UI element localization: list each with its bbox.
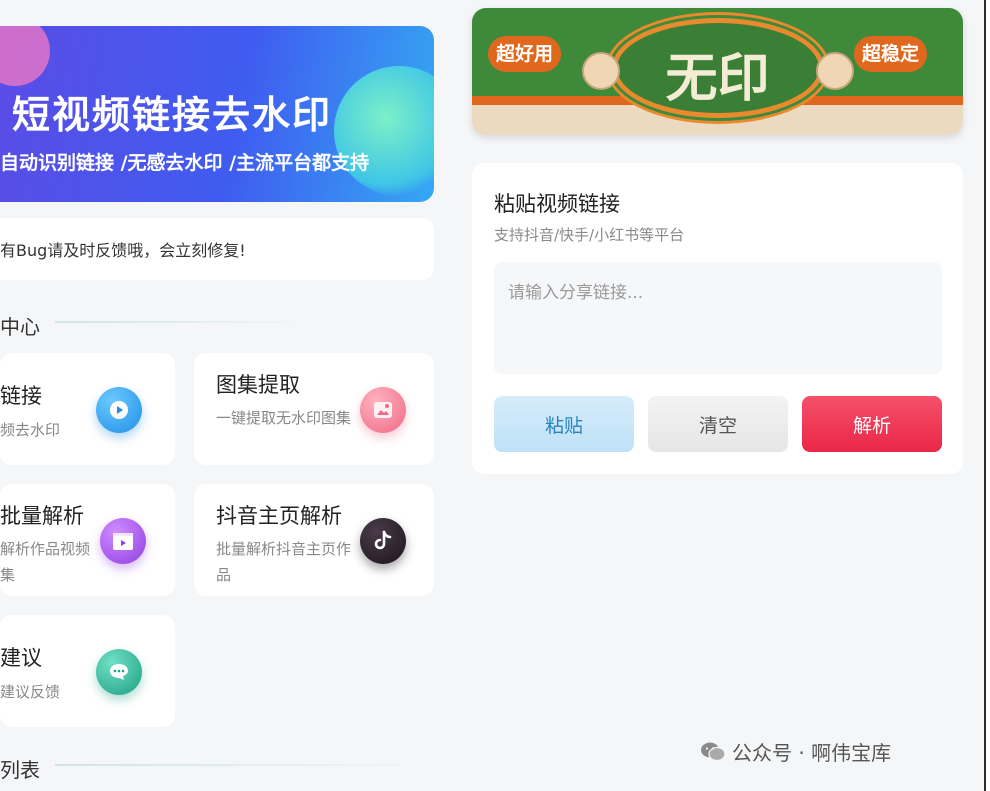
card-desc: 批量解析抖音主页作品 (216, 540, 352, 584)
share-link-input[interactable] (494, 262, 942, 374)
play-icon (96, 387, 142, 433)
section-divider (55, 321, 290, 323)
panel-subtitle: 支持抖音/快手/小红书等平台 (494, 226, 685, 244)
promo-badge-right: 超稳定 (854, 36, 928, 72)
watermark: 公众号 · 啊伟宝库 (700, 737, 891, 766)
card-desc: 一键提取无水印图集 (216, 409, 352, 427)
card-title: 批量解析 (0, 504, 84, 528)
card-title: 抖音主页解析 (216, 504, 342, 528)
card-desc: 解析作品视频集 (0, 540, 91, 584)
card-title: 图集提取 (216, 373, 300, 397)
watermark-text: 公众号 · 啊伟宝库 (732, 741, 892, 765)
video-clapper-icon (100, 518, 146, 564)
window-edge (984, 0, 990, 791)
paste-button[interactable]: 粘贴 (494, 396, 634, 452)
promo-banner: 无印 超好用 超稳定 (472, 8, 963, 135)
card-desc: 频去水印 (0, 421, 61, 439)
clear-button[interactable]: 清空 (648, 396, 788, 452)
hero-banner: 短视频链接去水印 自动识别链接 /无感去水印 /主流平台都支持 (0, 26, 434, 202)
section-divider (55, 764, 400, 766)
parse-panel: 粘贴视频链接 支持抖音/快手/小红书等平台 粘贴 清空 解析 (472, 163, 963, 474)
tool-card-batch[interactable]: 批量解析 解析作品视频集 (0, 484, 175, 596)
tool-card-link[interactable]: 链接 频去水印 (0, 353, 175, 465)
panel-title: 粘贴视频链接 (494, 192, 620, 216)
section-title-tools: 中心 (0, 315, 40, 339)
parse-button[interactable]: 解析 (802, 396, 942, 452)
card-title: 链接 (0, 384, 42, 408)
notice-bar: 有Bug请及时反馈哦，会立刻修复! (0, 218, 434, 280)
tool-card-gallery[interactable]: 图集提取 一键提取无水印图集 (194, 353, 434, 465)
tool-card-douyin-profile[interactable]: 抖音主页解析 批量解析抖音主页作品 (194, 484, 434, 596)
section-title-list: 列表 (0, 758, 40, 782)
banner-subtitle: 自动识别链接 /无感去水印 /主流平台都支持 (0, 152, 370, 174)
promo-badge-left: 超好用 (488, 36, 562, 72)
card-title: 建议 (0, 646, 42, 670)
wechat-icon (700, 741, 726, 763)
image-icon (360, 387, 406, 433)
tiktok-icon (360, 518, 406, 564)
banner-decoration (334, 66, 434, 196)
banner-decoration (0, 26, 50, 86)
tool-card-feedback[interactable]: 建议 建议反馈 (0, 615, 175, 727)
banner-title: 短视频链接去水印 (12, 92, 333, 137)
card-desc: 建议反馈 (0, 683, 61, 701)
chat-icon (96, 649, 142, 695)
